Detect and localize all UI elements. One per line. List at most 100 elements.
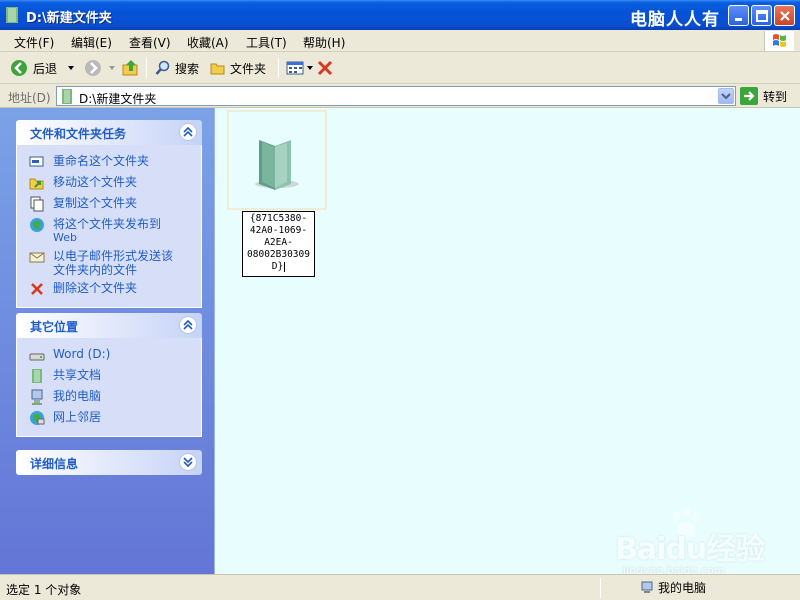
name-line: A2EA- [264, 237, 293, 248]
address-value: D:\新建文件夹 [79, 92, 157, 106]
status-location: 我的电脑 [640, 579, 706, 596]
place-network[interactable]: 网上邻居 [17, 407, 201, 428]
menu-help[interactable]: 帮助(H) [303, 34, 345, 51]
place-my-computer[interactable]: 我的电脑 [17, 386, 201, 407]
go-button[interactable]: 转到 [740, 87, 787, 105]
expand-button[interactable] [179, 453, 197, 471]
shared-docs-icon [32, 369, 42, 383]
task-label: 移动这个文件夹 [53, 175, 138, 189]
folder-icon [255, 140, 299, 190]
menu-tools[interactable]: 工具(T) [246, 34, 287, 51]
panel-body: Word (D:) 共享文档 我的电脑 网上邻居 [16, 338, 202, 437]
search-label: 搜索 [175, 61, 200, 76]
my-computer-icon [641, 581, 653, 593]
task-label-line2: 文件夹内的文件 [53, 263, 138, 277]
place-label: 共享文档 [53, 368, 102, 382]
task-label: 删除这个文件夹 [53, 281, 138, 295]
back-arrow-icon [11, 60, 27, 76]
address-bar: 地址(D) D:\新建文件夹 转到 [0, 84, 800, 108]
panel-title: 详细信息 [30, 457, 79, 471]
my-computer-icon [31, 389, 43, 405]
up-folder-button[interactable] [122, 58, 140, 78]
views-icon [286, 61, 304, 75]
search-icon [155, 60, 170, 75]
back-label: 后退 [33, 61, 58, 76]
chevron-up-icon [183, 320, 193, 330]
task-email[interactable]: 以电子邮件形式发送该 文件夹内的文件 [17, 246, 201, 278]
network-icon [30, 411, 45, 425]
go-label: 转到 [763, 89, 788, 104]
panel-body: 重命名这个文件夹 移动这个文件夹 复制这个文件夹 将这个文件夹发布到 Web 以… [16, 145, 202, 308]
chevron-down-icon[interactable] [108, 64, 116, 72]
maximize-button[interactable] [751, 5, 772, 26]
place-label: Word (D:) [53, 347, 111, 361]
menu-edit[interactable]: 编辑(E) [71, 34, 112, 51]
chevron-down-icon[interactable] [306, 64, 314, 72]
task-publish-web[interactable]: 将这个文件夹发布到 Web [17, 214, 201, 246]
task-rename[interactable]: 重命名这个文件夹 [17, 151, 201, 172]
task-delete[interactable]: 删除这个文件夹 [17, 278, 201, 299]
views-button[interactable] [286, 58, 314, 78]
menu-file[interactable]: 文件(F) [14, 34, 54, 51]
close-icon [780, 11, 790, 21]
delete-icon [31, 283, 43, 295]
windows-logo [764, 31, 794, 51]
panel-title: 文件和文件夹任务 [30, 127, 127, 141]
menu-bar: 文件(F) 编辑(E) 查看(V) 收藏(A) 工具(T) 帮助(H) [0, 30, 800, 52]
email-icon [29, 252, 45, 263]
details-panel: 详细信息 [16, 450, 202, 475]
chevron-down-icon[interactable] [67, 64, 75, 72]
toolbar-separator [146, 58, 147, 78]
menu-view[interactable]: 查看(V) [129, 34, 171, 51]
menu-favorites[interactable]: 收藏(A) [187, 34, 229, 51]
brand-logo-text: 电脑人人有 [630, 10, 720, 30]
drive-icon [29, 353, 45, 361]
panel-header[interactable]: 文件和文件夹任务 [16, 120, 202, 145]
task-label: 以电子邮件形式发送该 [53, 249, 174, 263]
place-label: 我的电脑 [53, 389, 102, 403]
address-dropdown-button[interactable] [718, 88, 734, 104]
collapse-button[interactable] [179, 123, 197, 141]
folder-thumbnail[interactable] [227, 110, 327, 210]
up-folder-icon [122, 60, 138, 76]
task-label: 将这个文件夹发布到 [53, 217, 162, 231]
folders-label: 文件夹 [230, 61, 267, 76]
chevron-up-icon [183, 127, 193, 137]
folders-icon [210, 63, 225, 75]
place-shared-docs[interactable]: 共享文档 [17, 365, 201, 386]
rename-icon [29, 156, 44, 167]
close-button[interactable] [774, 5, 795, 26]
chevron-down-icon [721, 93, 731, 100]
name-line: {871C5380- [249, 213, 308, 224]
rename-textbox[interactable]: {871C5380- 42A0-1069- A2EA- 08002B30309 … [242, 211, 315, 277]
folders-button[interactable]: 文件夹 [210, 58, 266, 78]
search-button[interactable]: 搜索 [155, 58, 199, 78]
copy-icon [30, 196, 44, 212]
name-line-text: D} [271, 261, 284, 272]
file-folder-tasks-panel: 文件和文件夹任务 重命名这个文件夹 移动这个文件夹 复制这个文件夹 将这个文件夹… [16, 120, 202, 308]
collapse-button[interactable] [179, 316, 197, 334]
name-line: 42A0-1069- [249, 225, 308, 236]
title-bar[interactable]: D:\新建文件夹 电脑人人有 [0, 0, 800, 30]
address-input[interactable]: D:\新建文件夹 [56, 86, 736, 106]
folder-icon [62, 89, 72, 104]
task-copy[interactable]: 复制这个文件夹 [17, 193, 201, 214]
panel-header[interactable]: 其它位置 [16, 313, 202, 338]
task-move[interactable]: 移动这个文件夹 [17, 172, 201, 193]
windows-flag-icon [773, 34, 786, 47]
delete-button[interactable] [316, 58, 334, 78]
back-button[interactable]: 后退 [10, 58, 75, 78]
forward-arrow-icon [85, 60, 101, 76]
maximize-icon [756, 10, 768, 22]
window-title: D:\新建文件夹 [26, 11, 112, 26]
task-label: 重命名这个文件夹 [53, 154, 150, 168]
name-line: D} [243, 261, 314, 273]
file-list-view[interactable]: {871C5380- 42A0-1069- A2EA- 08002B30309 … [214, 108, 800, 577]
text-cursor [284, 261, 286, 272]
minimize-button[interactable] [728, 5, 749, 26]
place-drive-d[interactable]: Word (D:) [17, 344, 201, 365]
forward-button[interactable] [84, 58, 116, 78]
move-icon [29, 178, 44, 190]
panel-header[interactable]: 详细信息 [16, 450, 202, 475]
folder-icon [6, 7, 18, 23]
